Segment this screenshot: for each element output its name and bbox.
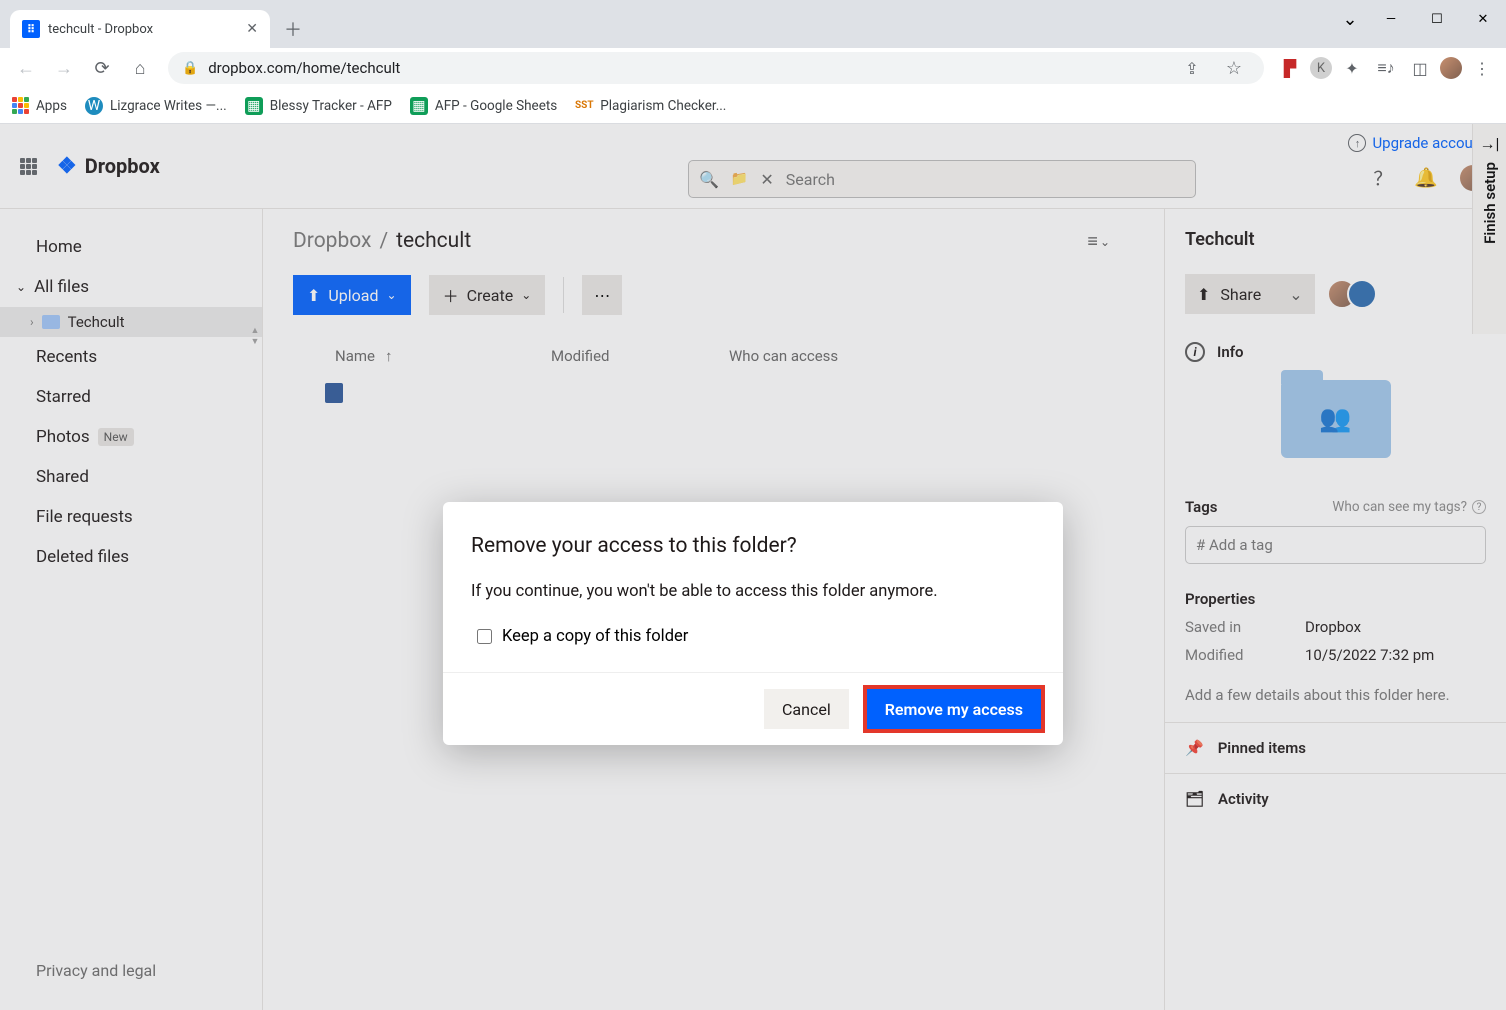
keep-copy-checkbox[interactable]: Keep a copy of this folder — [471, 627, 1035, 646]
extension-k-icon[interactable]: K — [1310, 57, 1332, 79]
dropbox-app: ❖ Dropbox ↑ Upgrade account 🔍 📁 ✕ ？ 🔔 Ho… — [0, 124, 1506, 1010]
modal-backdrop: Remove your access to this folder? If yo… — [0, 124, 1506, 1010]
close-window-button[interactable]: ✕ — [1460, 12, 1506, 27]
url-text: dropbox.com/home/techcult — [208, 59, 400, 77]
checkbox-input[interactable] — [477, 629, 492, 644]
browser-tab[interactable]: ⠿ techcult - Dropbox ✕ — [10, 10, 270, 48]
remove-access-modal: Remove your access to this folder? If yo… — [443, 502, 1063, 745]
bookmark-lizgrace[interactable]: W Lizgrace Writes —... — [85, 97, 227, 115]
bookmark-label: Plagiarism Checker... — [600, 98, 726, 114]
reading-list-icon[interactable]: ≡♪ — [1372, 54, 1400, 82]
bookmark-label: AFP - Google Sheets — [435, 98, 557, 114]
menu-icon[interactable]: ⋮ — [1468, 54, 1496, 82]
sheets-icon: ▦ — [245, 97, 263, 115]
dropbox-favicon: ⠿ — [22, 20, 40, 38]
mcafee-icon[interactable]: ▛ — [1276, 54, 1304, 82]
extensions-icon[interactable]: ✦ — [1338, 54, 1366, 82]
forward-button[interactable]: → — [48, 52, 80, 84]
bookmark-afp[interactable]: ▦ AFP - Google Sheets — [410, 97, 557, 115]
maximize-button[interactable]: ☐ — [1414, 12, 1460, 27]
cancel-button[interactable]: Cancel — [764, 689, 849, 729]
side-panel-icon[interactable]: ◫ — [1406, 54, 1434, 82]
browser-titlebar: ⠿ techcult - Dropbox ✕ ＋ ⌄ ― ☐ ✕ — [0, 0, 1506, 48]
bookmark-plagiarism[interactable]: SST Plagiarism Checker... — [575, 97, 726, 115]
modal-title: Remove your access to this folder? — [471, 534, 1035, 558]
star-icon[interactable]: ☆ — [1218, 52, 1250, 84]
tab-title: techcult - Dropbox — [48, 22, 238, 37]
lock-icon: 🔒 — [182, 61, 198, 76]
back-button[interactable]: ← — [10, 52, 42, 84]
reload-button[interactable]: ⟳ — [86, 52, 118, 84]
modal-body-text: If you continue, you won't be able to ac… — [471, 582, 1035, 601]
bookmarks-bar: Apps W Lizgrace Writes —... ▦ Blessy Tra… — [0, 88, 1506, 124]
share-icon[interactable]: ⇪ — [1176, 52, 1208, 84]
close-icon[interactable]: ✕ — [246, 21, 258, 37]
window-controls: ⌄ ― ☐ ✕ — [1332, 0, 1506, 38]
minimize-button[interactable]: ― — [1368, 12, 1414, 27]
bookmark-label: Apps — [36, 98, 67, 114]
checkbox-label: Keep a copy of this folder — [502, 627, 688, 646]
tab-search-icon[interactable]: ⌄ — [1332, 9, 1368, 30]
home-button[interactable]: ⌂ — [124, 52, 156, 84]
bookmark-label: Lizgrace Writes —... — [110, 98, 227, 114]
new-tab-button[interactable]: ＋ — [278, 14, 308, 44]
remove-access-button[interactable]: Remove my access — [867, 689, 1041, 729]
profile-avatar[interactable] — [1440, 57, 1462, 79]
wordpress-icon: W — [85, 97, 103, 115]
sst-icon: SST — [575, 97, 593, 115]
browser-toolbar: ← → ⟳ ⌂ 🔒 dropbox.com/home/techcult ⇪ ☆ … — [0, 48, 1506, 88]
sheets-icon: ▦ — [410, 97, 428, 115]
apps-bookmark[interactable]: Apps — [12, 97, 67, 114]
address-bar[interactable]: 🔒 dropbox.com/home/techcult ⇪ ☆ — [168, 52, 1264, 84]
apps-icon — [12, 97, 29, 114]
bookmark-label: Blessy Tracker - AFP — [270, 98, 392, 114]
modal-footer: Cancel Remove my access — [443, 672, 1063, 745]
bookmark-blessy[interactable]: ▦ Blessy Tracker - AFP — [245, 97, 392, 115]
